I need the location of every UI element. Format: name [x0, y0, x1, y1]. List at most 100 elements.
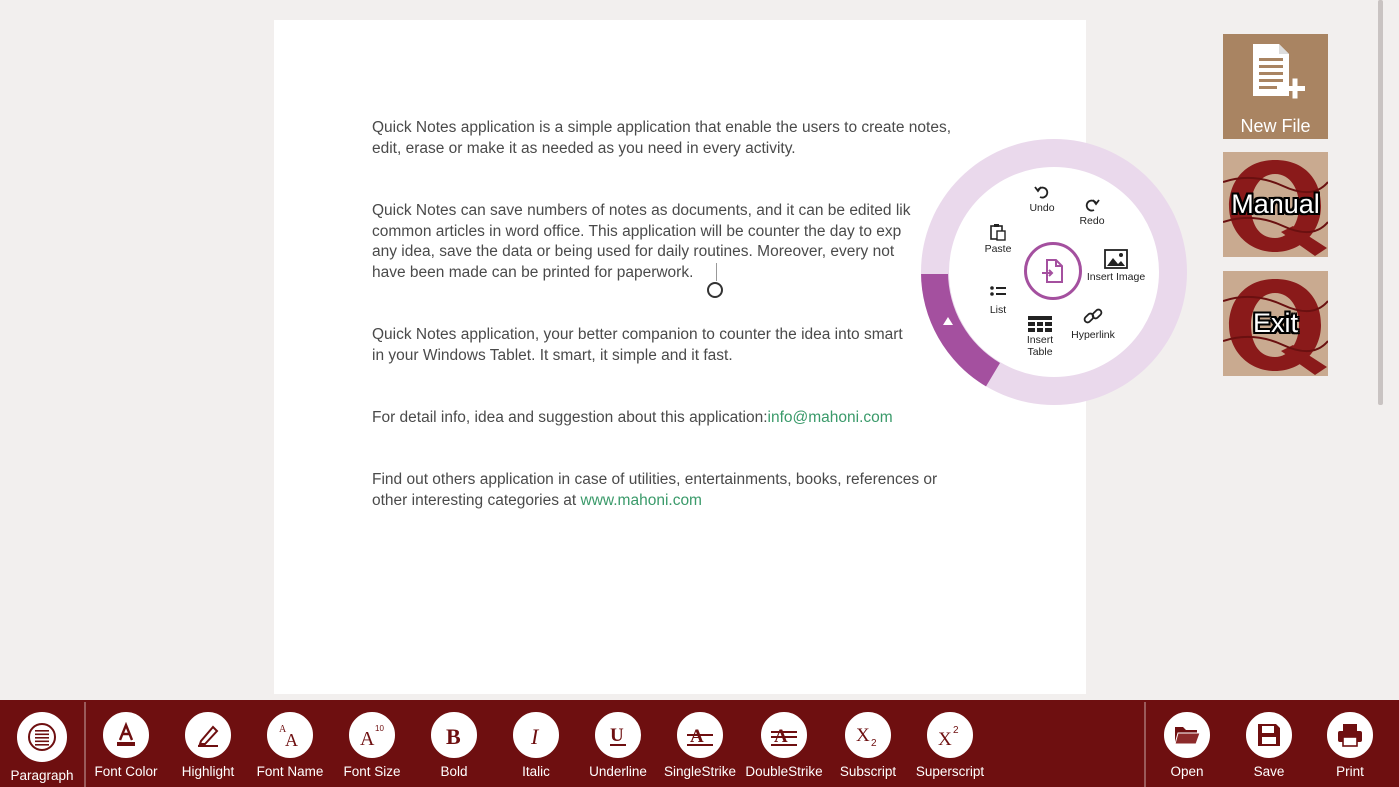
- single-strike-button[interactable]: A SingleStrike: [658, 712, 742, 779]
- svg-text:I: I: [530, 724, 540, 748]
- text-line: other interesting categories at: [372, 491, 581, 509]
- text-line: Quick Notes can save numbers of notes as…: [372, 202, 911, 219]
- manual-tile[interactable]: Manual: [1223, 152, 1328, 257]
- font-color-label: Font Color: [94, 764, 158, 779]
- bottom-toolbar: Paragraph Font Color Highlight A A Font …: [0, 700, 1399, 787]
- new-file-label: New File: [1240, 116, 1311, 136]
- font-size-label: Font Size: [343, 764, 401, 779]
- superscript-label: Superscript: [915, 764, 985, 779]
- superscript-button[interactable]: X 2 Superscript: [908, 712, 992, 779]
- font-name-label: Font Name: [256, 764, 324, 779]
- svg-text:A: A: [360, 728, 375, 749]
- paragraph-5[interactable]: Find out others application in case of u…: [372, 470, 992, 511]
- double-strike-label: DoubleStrike: [745, 764, 823, 779]
- hyperlink-button[interactable]: Hyperlink: [1067, 305, 1119, 341]
- bold-label: Bold: [440, 764, 468, 779]
- paragraph-1[interactable]: Quick Notes application is a simple appl…: [372, 118, 992, 159]
- paragraph-4[interactable]: For detail info, idea and suggestion abo…: [372, 408, 992, 429]
- document-icon: [1042, 259, 1063, 283]
- hyperlink-label: Hyperlink: [1071, 329, 1115, 341]
- undo-label: Undo: [1029, 202, 1055, 214]
- underline-button[interactable]: U Underline: [576, 712, 660, 779]
- highlight-icon: [198, 725, 219, 747]
- printer-icon: [1338, 724, 1362, 747]
- text-caret: [716, 263, 717, 281]
- insert-table-label: Insert: [1026, 334, 1054, 346]
- paste-icon: [990, 224, 1006, 241]
- font-name-icon: A A: [279, 724, 298, 749]
- superscript-icon: X 2: [938, 725, 959, 748]
- double-strike-button[interactable]: A DoubleStrike: [742, 712, 826, 779]
- save-label: Save: [1253, 764, 1285, 779]
- paragraph-2[interactable]: Quick Notes can save numbers of notes as…: [372, 201, 992, 283]
- pen-cursor: [707, 282, 723, 298]
- paragraph-3[interactable]: Quick Notes application, your better com…: [372, 325, 992, 366]
- text-line: Quick Notes application, your better com…: [372, 326, 903, 343]
- list-icon: [990, 286, 1006, 296]
- insert-image-label: Insert Image: [1086, 271, 1146, 283]
- bold-icon: B: [446, 724, 461, 748]
- vertical-scrollbar[interactable]: [1378, 0, 1383, 405]
- exit-label: Exit: [1252, 308, 1298, 338]
- italic-button[interactable]: I Italic: [494, 712, 578, 779]
- print-button[interactable]: Print: [1308, 712, 1392, 779]
- undo-button[interactable]: Undo: [1025, 184, 1059, 214]
- font-name-button[interactable]: A A Font Name: [248, 712, 332, 779]
- single-strike-label: SingleStrike: [663, 764, 737, 779]
- svg-text:2: 2: [871, 738, 877, 748]
- single-strike-icon: A: [687, 726, 713, 747]
- svg-text:X: X: [938, 729, 952, 748]
- insert-table-button[interactable]: Insert Table: [1023, 316, 1057, 358]
- link-icon: [1083, 308, 1103, 324]
- font-color-button[interactable]: Font Color: [84, 712, 168, 779]
- underline-icon: U: [610, 725, 626, 746]
- paragraph-icon: [28, 723, 56, 751]
- paste-button[interactable]: Paste: [981, 223, 1015, 255]
- redo-button[interactable]: Redo: [1075, 197, 1109, 227]
- website-link[interactable]: www.mahoni.com: [581, 492, 702, 509]
- text-line: common articles in word office. This app…: [372, 222, 902, 240]
- exit-tile[interactable]: Exit: [1223, 271, 1328, 376]
- floppy-icon: [1258, 724, 1280, 746]
- paragraph-button[interactable]: Paragraph: [0, 712, 84, 783]
- subscript-icon: X 2: [856, 725, 877, 748]
- highlight-button[interactable]: Highlight: [166, 712, 250, 779]
- email-link[interactable]: info@mahoni.com: [768, 409, 893, 426]
- redo-icon: [1085, 199, 1100, 212]
- italic-icon: I: [530, 724, 540, 748]
- text-line: Quick Notes application is a simple appl…: [372, 119, 951, 136]
- list-label: List: [989, 304, 1007, 316]
- radial-menu[interactable]: Undo Redo Paste Insert Image List Hyperl…: [921, 139, 1187, 405]
- open-button[interactable]: Open: [1145, 712, 1229, 779]
- font-size-button[interactable]: A 10 Font Size: [330, 712, 414, 779]
- save-button[interactable]: Save: [1227, 712, 1311, 779]
- double-strike-icon: A: [771, 726, 797, 747]
- folder-icon: [1174, 727, 1201, 745]
- radial-hub-button[interactable]: [1024, 242, 1082, 300]
- table-icon: [1028, 316, 1052, 332]
- svg-text:A: A: [690, 726, 704, 747]
- manual-label: Manual: [1231, 189, 1320, 219]
- text-line: edit, erase or make it as needed as you …: [372, 139, 796, 157]
- new-file-tile[interactable]: New File: [1223, 34, 1328, 139]
- print-label: Print: [1336, 764, 1364, 779]
- svg-text:A: A: [285, 730, 298, 749]
- underline-label: Underline: [589, 764, 647, 779]
- insert-image-button[interactable]: Insert Image: [1081, 249, 1151, 283]
- list-button[interactable]: List: [983, 284, 1013, 316]
- radial-back-arrow-icon[interactable]: [943, 317, 953, 325]
- paste-label: Paste: [984, 243, 1012, 255]
- subscript-button[interactable]: X 2 Subscript: [826, 712, 910, 779]
- text-line: have been made can be printed for paperw…: [372, 263, 694, 281]
- paragraph-label: Paragraph: [10, 768, 74, 783]
- new-file-icon: [1253, 44, 1305, 99]
- bold-button[interactable]: B Bold: [412, 712, 496, 779]
- text-line: any idea, save the data or being used fo…: [372, 243, 895, 260]
- font-color-icon: [117, 722, 135, 746]
- text-line: For detail info, idea and suggestion abo…: [372, 409, 768, 426]
- svg-text:B: B: [446, 724, 461, 748]
- svg-text:2: 2: [953, 725, 959, 736]
- text-line: Find out others application in case of u…: [372, 471, 938, 488]
- svg-text:X: X: [856, 725, 870, 746]
- svg-text:U: U: [610, 725, 624, 746]
